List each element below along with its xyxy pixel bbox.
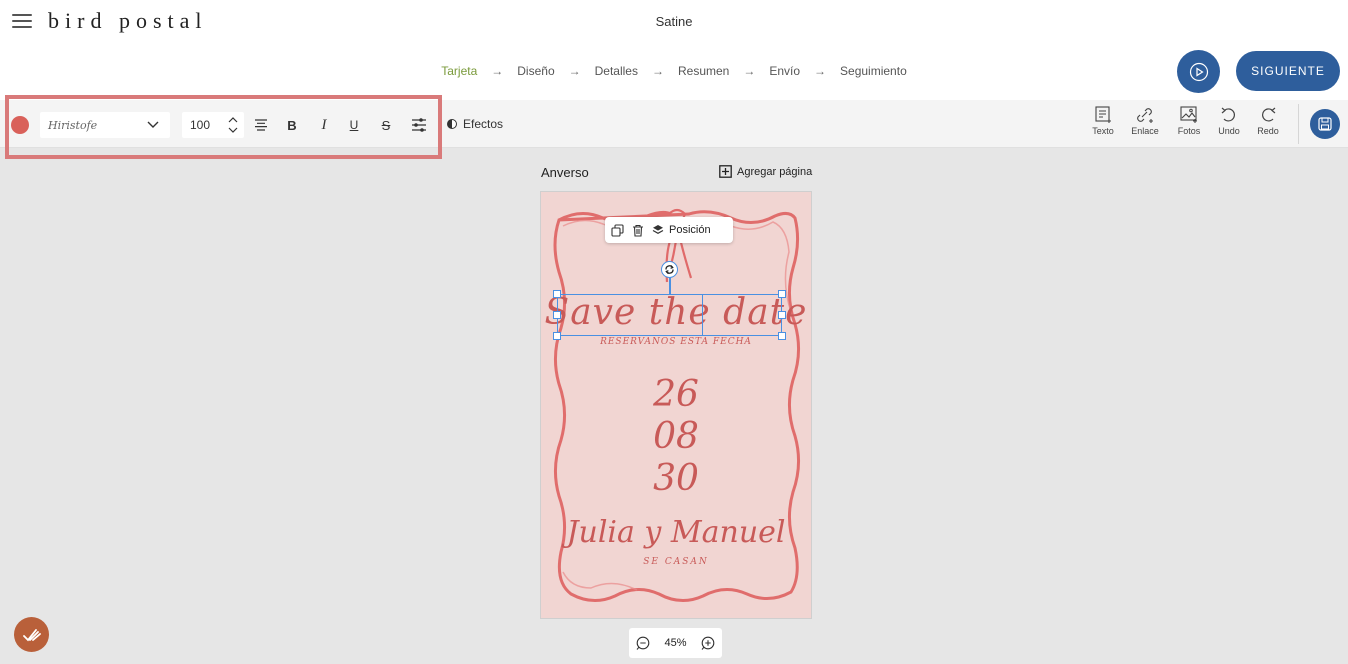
step-navigation: Tarjeta → Diseño → Detalles → Resumen → … [0,64,1348,78]
font-size-value: 100 [190,118,211,132]
next-button[interactable]: SIGUIENTE [1236,51,1340,91]
undo-icon [1221,107,1235,122]
card-tagline[interactable]: SE CASAN [541,557,811,567]
effects-label: Efectos [463,117,504,131]
step-seguimiento[interactable]: Seguimiento [836,64,911,78]
undo-label: Undo [1218,126,1240,136]
resize-handle-bottom-right[interactable] [778,332,786,340]
link-tool-label: Enlace [1131,126,1159,136]
bold-button[interactable]: B [285,116,299,134]
text-tool[interactable]: Texto [1087,106,1119,136]
font-family-select[interactable]: Hiristofe [40,112,170,138]
zoom-level: 45% [664,637,687,649]
chevron-down-icon [147,121,159,128]
rotate-handle[interactable] [661,261,678,278]
stepper-arrows-icon[interactable] [228,115,238,135]
text-color-swatch[interactable] [11,116,29,134]
text-tool-label: Texto [1092,126,1114,136]
contrast-icon [447,119,457,129]
trash-icon[interactable] [632,224,644,237]
selection-guide [702,294,703,336]
text-box-icon [1095,106,1111,123]
arrow-right-icon: → [491,64,504,78]
redo-icon [1262,107,1276,122]
duplicate-icon[interactable] [611,223,624,237]
zoom-control: 45% [629,628,722,658]
redo-label: Redo [1257,126,1279,136]
resize-handle-top-left[interactable] [553,290,561,298]
redo-button[interactable]: Redo [1252,106,1284,136]
strikethrough-button[interactable]: S [379,116,393,134]
zoom-in-icon[interactable] [700,636,715,651]
card-month[interactable]: 08 [541,416,811,457]
card-names[interactable]: Julia y Manuel [541,515,811,550]
step-tarjeta[interactable]: Tarjeta [437,64,481,78]
arrow-right-icon: → [743,64,756,78]
photos-tool-label: Fotos [1177,126,1201,136]
italic-button[interactable]: I [317,116,331,134]
effects-button[interactable]: Efectos [447,117,503,131]
position-button[interactable]: Posición [652,224,711,236]
card-day[interactable]: 26 [541,374,811,415]
underline-button[interactable]: U [347,116,361,134]
floppy-disk-icon [1318,117,1332,131]
link-icon [1137,108,1153,123]
play-icon [1189,62,1208,81]
card-subtitle[interactable]: RESERVANOS ESTA FECHA [541,337,811,347]
photos-tool[interactable]: Fotos [1173,106,1205,136]
zoom-out-icon[interactable] [636,636,651,651]
step-resumen[interactable]: Resumen [674,64,733,78]
font-name: Hiristofe [48,118,98,132]
arrow-right-icon: → [568,64,581,78]
add-page-label: Agregar página [737,165,813,178]
preview-play-button[interactable] [1177,50,1220,93]
image-icon [1180,106,1197,123]
layers-icon [652,225,664,234]
resize-handle-left[interactable] [553,311,561,319]
link-tool[interactable]: Enlace [1129,106,1161,136]
position-label: Posición [669,224,711,236]
document-title: Satine [655,14,693,29]
help-button[interactable] [14,617,49,652]
arrow-right-icon: → [651,64,664,78]
undo-button[interactable]: Undo [1213,106,1245,136]
resize-handle-bottom-left[interactable] [553,332,561,340]
step-diseno[interactable]: Diseño [513,64,558,78]
font-size-stepper[interactable]: 100 [182,112,244,138]
rotate-icon [665,265,674,274]
add-page-button[interactable]: Agregar página [719,165,812,178]
card-year[interactable]: 30 [541,458,811,499]
arrow-right-icon: → [814,64,827,78]
spacing-settings-icon[interactable] [410,116,428,134]
toolbar-divider [1298,104,1299,144]
resize-handle-right[interactable] [778,311,786,319]
step-detalles[interactable]: Detalles [591,64,642,78]
save-button[interactable] [1310,109,1340,139]
page-side-label: Anverso [541,165,589,180]
checkmark-brush-icon [22,628,41,641]
add-box-icon [719,165,732,178]
element-floating-toolbar: Posición [605,217,733,243]
align-center-icon[interactable] [253,116,269,134]
rotation-stem [669,276,671,294]
resize-handle-top-right[interactable] [778,290,786,298]
invitation-card[interactable]: Save the date RESERVANOS ESTA FECHA 26 0… [540,191,812,619]
selection-box[interactable] [557,294,782,336]
step-envio[interactable]: Envío [765,64,804,78]
